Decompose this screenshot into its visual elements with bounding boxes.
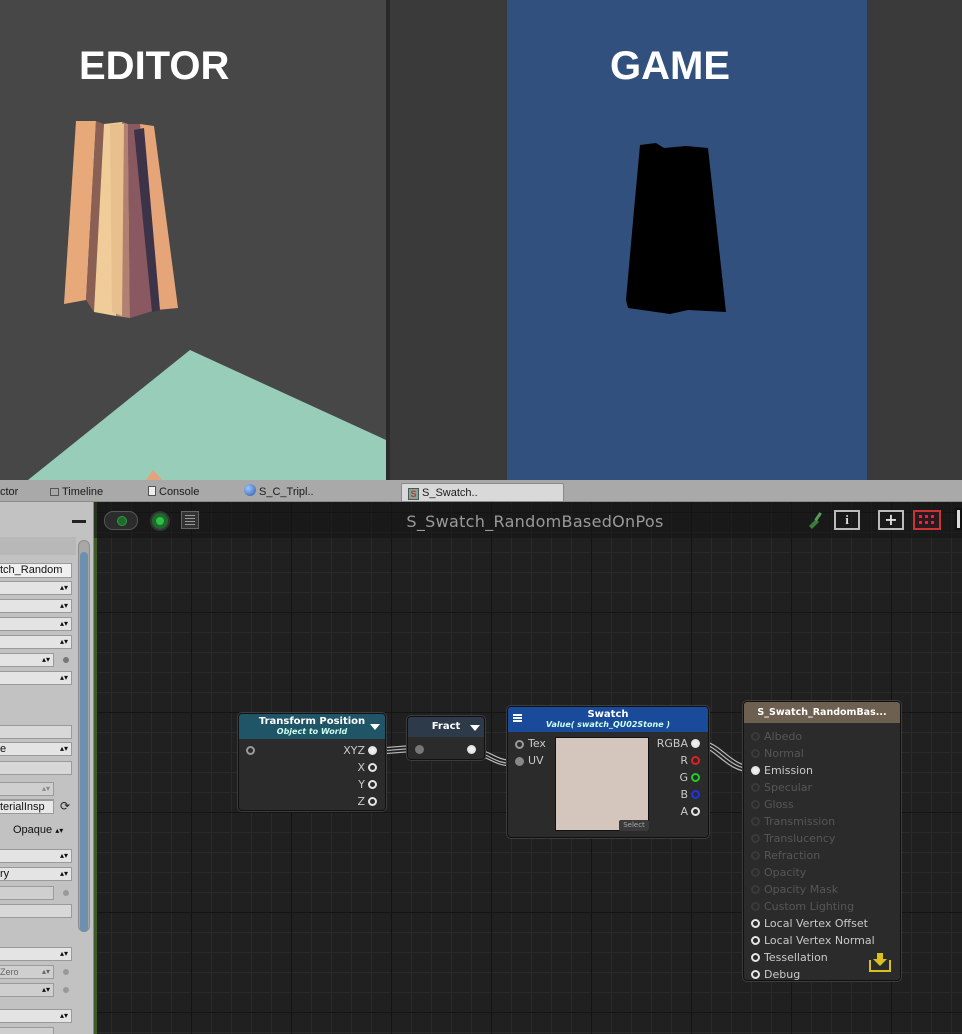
node-subtitle: Object to World: [276, 727, 348, 736]
port-label-y: Y: [358, 778, 365, 791]
master-input-port[interactable]: [751, 868, 760, 877]
output-port-a[interactable]: [691, 807, 700, 816]
node-swatch[interactable]: Swatch Value( swatch_QU02Stone ) Tex UV …: [507, 706, 709, 838]
output-port-r[interactable]: [691, 756, 700, 765]
port-label-x: X: [357, 761, 365, 774]
node-header[interactable]: Swatch Value( swatch_QU02Stone ): [508, 707, 708, 732]
master-input-label: Translucency: [764, 832, 836, 845]
port-label-tex: Tex: [528, 737, 546, 750]
output-port-x[interactable]: [368, 763, 377, 772]
save-icon[interactable]: [867, 950, 893, 974]
output-port[interactable]: [467, 745, 476, 754]
master-input-label: Custom Lighting: [764, 900, 855, 913]
master-input-port[interactable]: [751, 851, 760, 860]
master-input-label: Opacity Mask: [764, 883, 839, 896]
master-input-port[interactable]: [751, 783, 760, 792]
menu-icon[interactable]: [513, 714, 522, 716]
port-label-rgba: RGBA: [656, 737, 688, 750]
chevron-down-icon[interactable]: [470, 725, 480, 731]
node-fract[interactable]: Fract: [407, 716, 485, 760]
master-input-port[interactable]: [751, 766, 760, 775]
port-label-z: Z: [357, 795, 365, 808]
node-subtitle: Value( swatch_QU02Stone ): [545, 720, 671, 729]
master-input-port[interactable]: [751, 732, 760, 741]
output-port-b[interactable]: [691, 790, 700, 799]
master-input-port[interactable]: [751, 953, 760, 962]
master-input-port[interactable]: [751, 817, 760, 826]
input-port-uv[interactable]: [515, 757, 524, 766]
node-header[interactable]: S_Swatch_RandomBas...: [744, 702, 900, 723]
master-input-label: Refraction: [764, 849, 821, 862]
port-label-xyz: XYZ: [343, 744, 365, 757]
master-input-port[interactable]: [751, 834, 760, 843]
master-input-label: Normal: [764, 747, 804, 760]
master-input-label: Emission: [764, 764, 813, 777]
select-label: Select: [623, 821, 645, 829]
input-port[interactable]: [415, 745, 424, 754]
node-header[interactable]: Transform Position Object to World: [239, 714, 385, 739]
node-master-output[interactable]: S_Swatch_RandomBas... Albedo Normal Emissi…: [743, 701, 901, 981]
output-port-z[interactable]: [368, 797, 377, 806]
master-input-label: Gloss: [764, 798, 794, 811]
node-title: Fract: [431, 721, 461, 732]
port-label-g: G: [679, 771, 688, 784]
master-input-label: Local Vertex Offset: [764, 917, 868, 930]
master-input-port[interactable]: [751, 902, 760, 911]
master-input-port[interactable]: [751, 749, 760, 758]
output-port-y[interactable]: [368, 780, 377, 789]
master-input-label: Specular: [764, 781, 813, 794]
node-transform-position[interactable]: Transform Position Object to World XYZ X…: [238, 713, 386, 811]
master-input-port[interactable]: [751, 919, 760, 928]
master-input-port[interactable]: [751, 800, 760, 809]
master-input-label: Albedo: [764, 730, 803, 743]
master-input-port[interactable]: [751, 936, 760, 945]
port-label-a: A: [680, 805, 688, 818]
node-title: Transform Position: [258, 716, 366, 727]
port-label-uv: UV: [528, 754, 544, 767]
swatch-preview: [555, 737, 649, 831]
master-input-label: Local Vertex Normal: [764, 934, 875, 947]
input-port-tex[interactable]: [515, 740, 524, 749]
input-port[interactable]: [246, 746, 255, 755]
master-input-label: Tessellation: [764, 951, 828, 964]
node-title: Swatch: [587, 709, 629, 720]
output-port-xyz[interactable]: [368, 746, 377, 755]
master-input-label: Transmission: [764, 815, 836, 828]
master-input-port[interactable]: [751, 885, 760, 894]
output-port-g[interactable]: [691, 773, 700, 782]
output-port-rgba[interactable]: [691, 739, 700, 748]
port-label-r: R: [680, 754, 688, 767]
master-input-port[interactable]: [751, 970, 760, 979]
select-button[interactable]: Select: [619, 820, 649, 831]
chevron-down-icon[interactable]: [370, 724, 380, 730]
master-input-label: Debug: [764, 968, 801, 981]
master-input-label: Opacity: [764, 866, 807, 879]
port-label-b: B: [680, 788, 688, 801]
node-title: S_Swatch_RandomBas...: [757, 707, 887, 718]
download-glyph: [869, 953, 891, 972]
